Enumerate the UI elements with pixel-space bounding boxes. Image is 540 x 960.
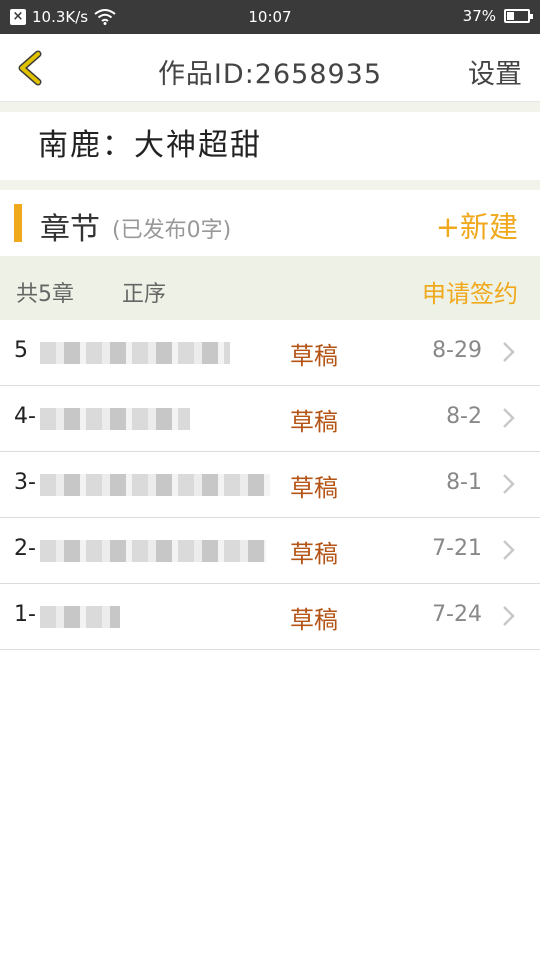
chapter-status: 草稿 (290, 408, 338, 436)
status-right: 37% (462, 7, 533, 25)
chapter-date: 8-2 (446, 404, 482, 429)
battery-fill (507, 12, 514, 20)
chapter-title-redacted (40, 342, 230, 364)
chapter-title-redacted (40, 606, 120, 628)
battery-icon (504, 9, 533, 23)
chapter-row[interactable]: 4- 草稿 8-2 (0, 386, 540, 452)
apply-contract-button[interactable]: 申请签约 (422, 274, 518, 309)
chapter-number: 3- (14, 470, 36, 495)
chapter-toolbar: 共5章 正序 申请签约 (0, 256, 540, 320)
chapter-section-header: 章节 (已发布0字) +新建 (0, 190, 540, 256)
status-bar: × 10.3K/s 10:07 37% (0, 0, 540, 34)
section-accent-bar (14, 204, 22, 242)
chapter-date: 8-29 (432, 338, 482, 363)
chapter-row[interactable]: 5 草稿 8-29 (0, 320, 540, 386)
chapter-status: 草稿 (290, 474, 338, 502)
chapter-title-redacted (40, 540, 266, 562)
chapter-date: 8-1 (446, 470, 482, 495)
chapter-row[interactable]: 1- 草稿 7-24 (0, 584, 540, 650)
chapter-number: 1- (14, 602, 36, 627)
settings-button[interactable]: 设置 (468, 52, 522, 91)
chapter-status: 草稿 (290, 606, 338, 634)
top-nav: 作品ID:2658935 设置 (0, 34, 540, 102)
new-chapter-button[interactable]: +新建 (436, 204, 518, 246)
chapter-row[interactable]: 3- 草稿 8-1 (0, 452, 540, 518)
chapter-count: 共5章 (16, 282, 74, 307)
chevron-right-icon (503, 408, 515, 428)
chapter-list: 5 草稿 8-29 4- 草稿 8-2 3- 草稿 8-1 2- 草稿 7-21… (0, 320, 540, 650)
chapter-number: 5 (14, 338, 28, 363)
chapter-date: 7-24 (432, 602, 482, 627)
chapter-number: 4- (14, 404, 36, 429)
chapter-title-redacted (40, 474, 270, 496)
page-title: 作品ID:2658935 (157, 59, 383, 90)
chevron-right-icon (503, 540, 515, 560)
published-word-count: (已发布0字) (112, 218, 232, 243)
sort-order-toggle[interactable]: 正序 (122, 276, 166, 308)
battery-percent: 37% (462, 7, 496, 25)
chevron-right-icon (503, 474, 515, 494)
book-title[interactable]: 南鹿：大神超甜 (0, 112, 540, 180)
chapter-status: 草稿 (290, 540, 338, 568)
chevron-right-icon (503, 606, 515, 626)
divider-strip (0, 102, 540, 112)
divider-strip (0, 180, 540, 190)
chapter-section-title: 章节 (40, 212, 100, 247)
chapter-title-redacted (40, 408, 190, 430)
chevron-right-icon (503, 342, 515, 362)
chapter-number: 2- (14, 536, 36, 561)
clock: 10:07 (248, 8, 292, 26)
chapter-row[interactable]: 2- 草稿 7-21 (0, 518, 540, 584)
chapter-date: 7-21 (432, 536, 482, 561)
chapter-status: 草稿 (290, 342, 338, 370)
